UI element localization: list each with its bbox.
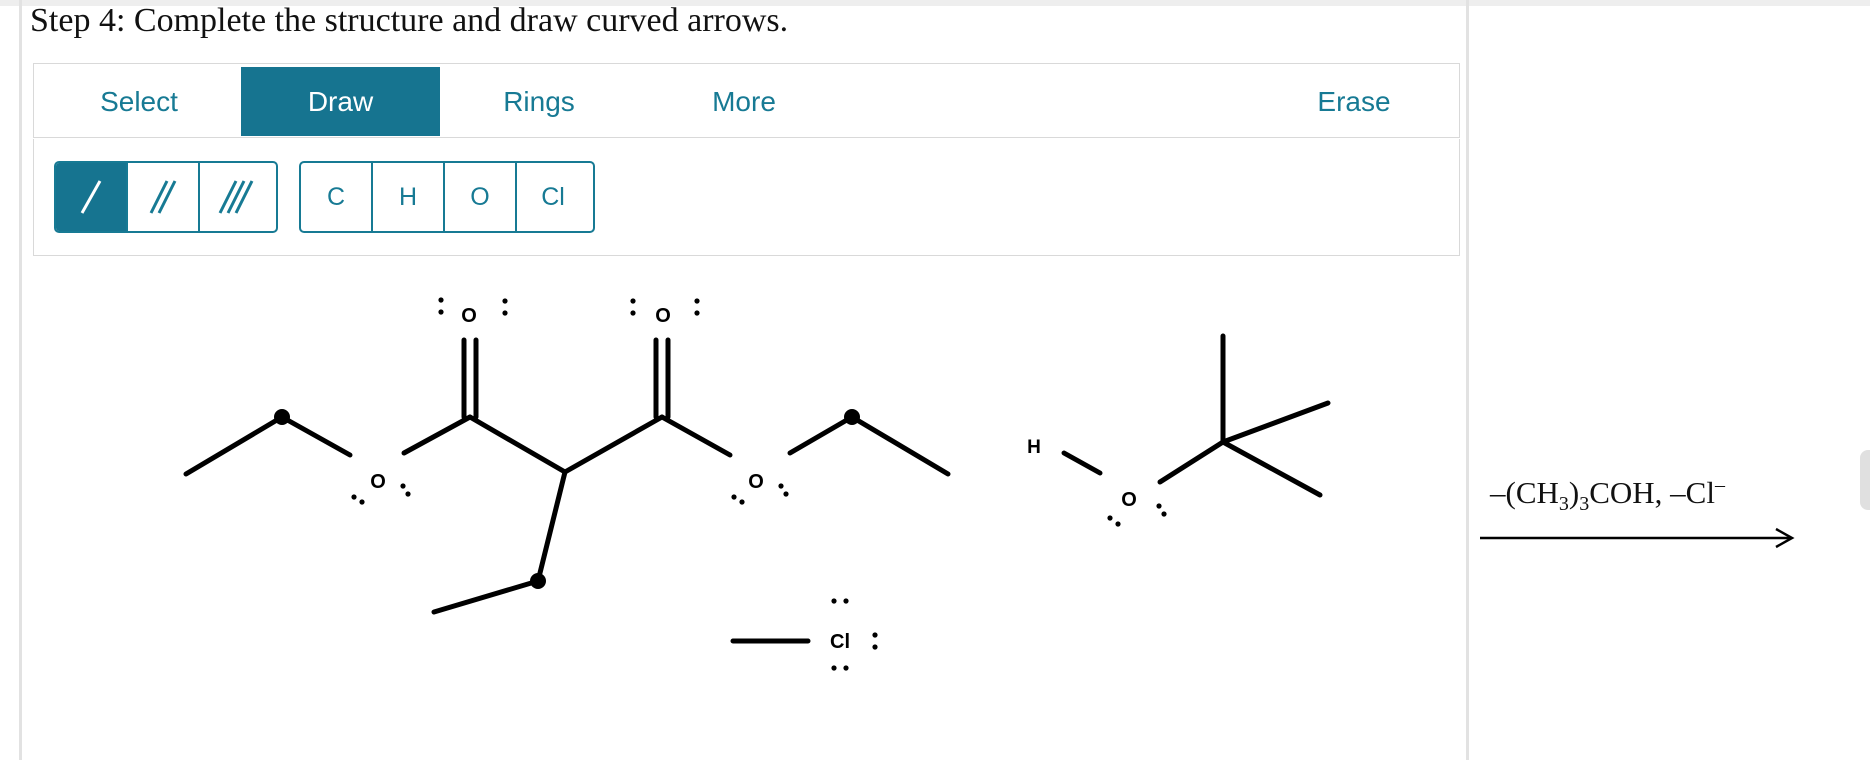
atom-node[interactable]: [274, 409, 290, 425]
atom-node[interactable]: [844, 409, 860, 425]
reaction-conditions: –(CH3)3COH, –Cl–: [1490, 474, 1725, 515]
atom-o-label[interactable]: O: [655, 305, 671, 327]
atom-cl-label[interactable]: Cl: [830, 631, 850, 653]
atom-node[interactable]: [530, 573, 546, 589]
side-panel-handle[interactable]: [1860, 450, 1870, 510]
drawing-canvas[interactable]: O O O O H O Cl: [0, 0, 1470, 760]
atom-o-label[interactable]: O: [370, 471, 386, 493]
atom-o-label[interactable]: O: [461, 305, 477, 327]
reaction-arrow-icon: [1480, 527, 1795, 549]
atom-h-label[interactable]: H: [1027, 437, 1041, 458]
atom-o-label[interactable]: O: [1121, 489, 1137, 511]
atom-o-label[interactable]: O: [748, 471, 764, 493]
